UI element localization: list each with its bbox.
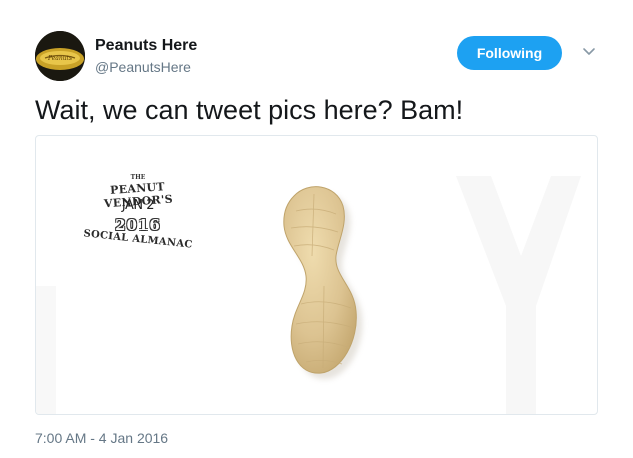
svg-text:Peanuts: Peanuts [47,55,72,62]
display-name[interactable]: Peanuts Here [95,37,197,55]
user-handle[interactable]: @PeanutsHere [95,59,191,75]
peanut-logo-icon: Peanuts [35,31,85,81]
tweet-timestamp[interactable]: 7:00 AM - 4 Jan 2016 [35,430,168,446]
tweet-card: Peanuts Peanuts Here @PeanutsHere Follow… [0,0,633,458]
tweet-media-image[interactable]: THE PEANUT VENDOR'S JAN 2 2016 SOCIAL AL… [35,135,598,415]
almanac-stamp: THE PEANUT VENDOR'S JAN 2 2016 SOCIAL AL… [78,174,198,274]
stamp-date-text: JAN 2 [121,198,155,213]
following-button[interactable]: Following [457,36,562,70]
chevron-down-icon[interactable] [582,45,596,59]
avatar[interactable]: Peanuts [35,31,85,81]
tweet-text: Wait, we can tweet pics here? Bam! [35,95,464,125]
